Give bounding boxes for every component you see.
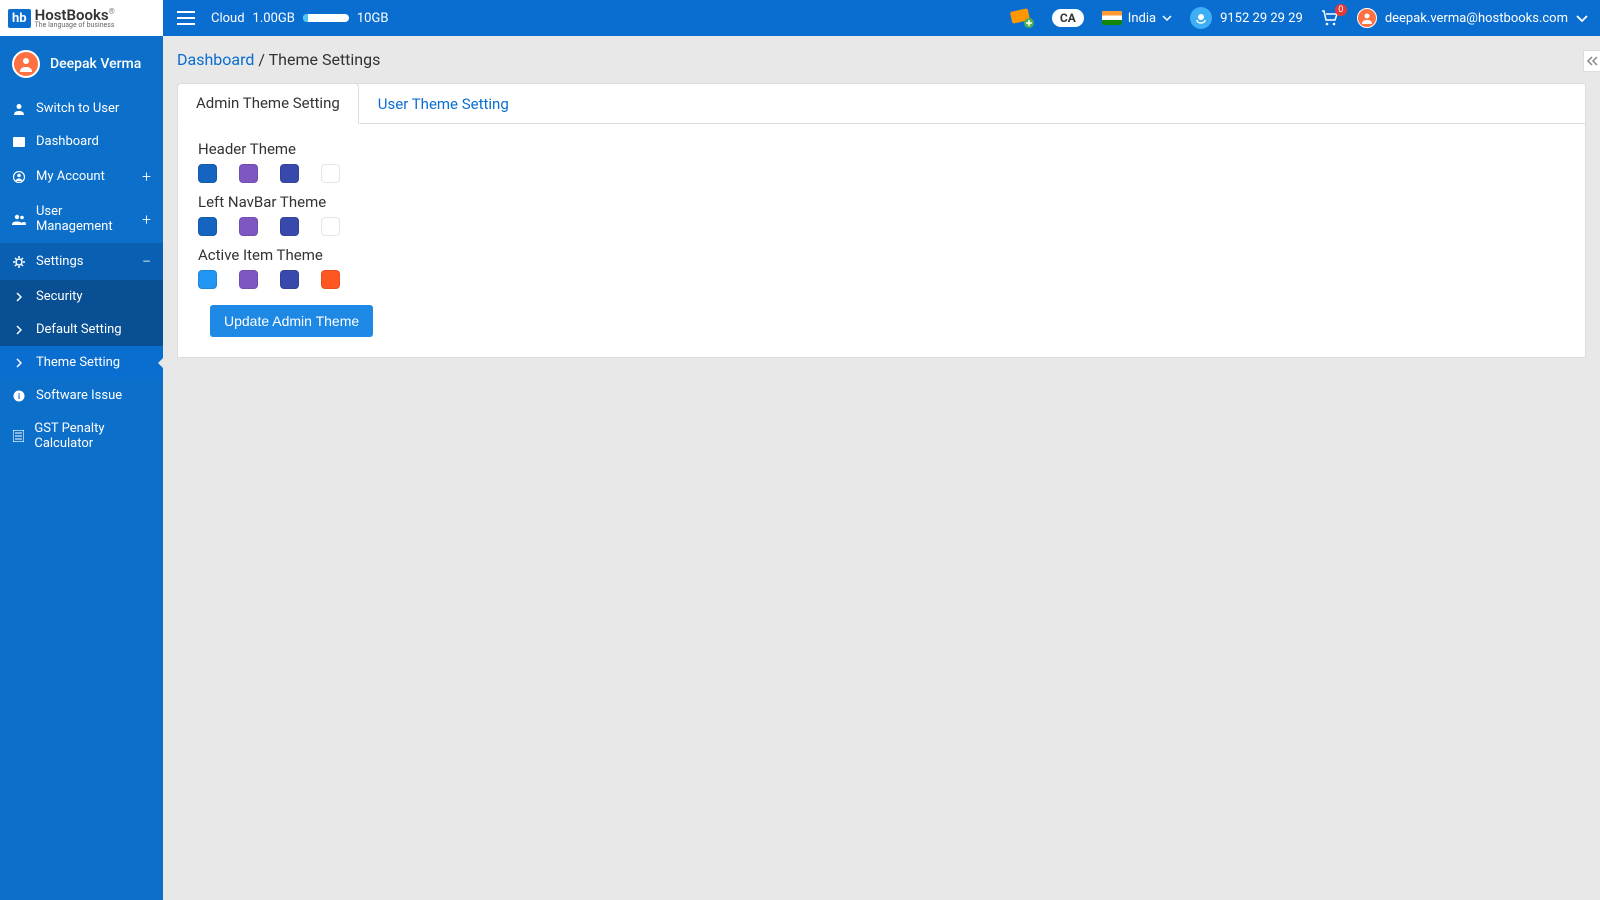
sidebar-item-label: Security: [36, 289, 83, 304]
topbar: hb HostBooks® The language of business C…: [0, 0, 1600, 36]
header-theme-swatches: [198, 164, 1565, 183]
cloud-storage-info: Cloud 1.00GB 10GB: [211, 11, 388, 26]
sidebar-item-label: Theme Setting: [36, 355, 120, 370]
chevron-left-double-icon: [1586, 55, 1598, 67]
country-name: India: [1128, 11, 1156, 26]
swatch-header-1[interactable]: [198, 164, 217, 183]
sidebar-item-settings[interactable]: Settings −: [0, 243, 163, 280]
breadcrumb-dashboard-link[interactable]: Dashboard: [177, 50, 254, 69]
update-theme-button[interactable]: Update Admin Theme: [210, 305, 373, 337]
avatar-icon: [12, 50, 40, 78]
swatch-navbar-4[interactable]: [321, 217, 340, 236]
user-email: deepak.verma@hostbooks.com: [1385, 11, 1568, 26]
sidebar-item-label: GST Penalty Calculator: [34, 421, 151, 451]
navbar-theme-label: Left NavBar Theme: [198, 193, 1565, 211]
sidebar-user-name: Deepak Verma: [50, 56, 141, 72]
expand-icon: +: [142, 167, 151, 186]
sidebar-item-label: User Management: [36, 204, 132, 234]
chevron-right-icon: [12, 292, 26, 302]
sidebar: Deepak Verma Switch to User Dashboard My…: [0, 36, 163, 900]
cloud-total: 10GB: [357, 11, 389, 26]
logo-subtitle: The language of business: [35, 21, 115, 29]
sidebar-item-switch-user[interactable]: Switch to User: [0, 92, 163, 125]
dashboard-icon: [12, 137, 26, 147]
swatch-navbar-2[interactable]: [239, 217, 258, 236]
gear-icon: [12, 256, 26, 268]
user-menu[interactable]: deepak.verma@hostbooks.com: [1357, 8, 1588, 28]
swatch-navbar-1[interactable]: [198, 217, 217, 236]
swatch-header-3[interactable]: [280, 164, 299, 183]
main-content: Dashboard / Theme Settings Admin Theme S…: [163, 36, 1600, 900]
phone-number: 9152 29 29 29: [1220, 11, 1303, 26]
users-icon: [12, 214, 26, 225]
logo-badge: hb: [8, 9, 31, 28]
expand-icon: +: [142, 210, 151, 229]
tab-user-theme[interactable]: User Theme Setting: [359, 84, 528, 124]
chevron-down-icon: [1162, 15, 1172, 21]
swatch-active-3[interactable]: [280, 270, 299, 289]
user-icon: [12, 103, 26, 115]
tabs: Admin Theme Setting User Theme Setting: [178, 84, 1585, 124]
sidebar-item-dashboard[interactable]: Dashboard: [0, 125, 163, 158]
calculator-icon: [12, 430, 24, 442]
swatch-active-1[interactable]: [198, 270, 217, 289]
sidebar-item-user-management[interactable]: User Management +: [0, 195, 163, 243]
headset-icon: [1190, 7, 1212, 29]
avatar-icon: [1357, 8, 1377, 28]
breadcrumb-current: Theme Settings: [269, 50, 381, 69]
swatch-navbar-3[interactable]: [280, 217, 299, 236]
sidebar-item-label: Software Issue: [36, 388, 122, 403]
swatch-header-2[interactable]: [239, 164, 258, 183]
chevron-right-icon: [12, 325, 26, 335]
collapse-panel-button[interactable]: [1583, 50, 1600, 72]
sidebar-item-theme-setting[interactable]: Theme Setting: [0, 346, 163, 379]
active-theme-swatches: [198, 270, 1565, 289]
breadcrumb: Dashboard / Theme Settings: [177, 50, 1586, 69]
theme-settings-panel: Admin Theme Setting User Theme Setting H…: [177, 83, 1586, 358]
collapse-icon: −: [142, 252, 151, 271]
tab-body: Header Theme Left NavBar Theme: [178, 124, 1585, 357]
ca-badge[interactable]: CA: [1052, 9, 1084, 27]
sidebar-item-security[interactable]: Security: [0, 280, 163, 313]
ticket-icon[interactable]: [1008, 8, 1034, 28]
tab-admin-theme[interactable]: Admin Theme Setting: [177, 83, 359, 124]
sidebar-item-default-setting[interactable]: Default Setting: [0, 313, 163, 346]
sidebar-item-my-account[interactable]: My Account +: [0, 158, 163, 195]
cart-count-badge: 0: [1335, 4, 1347, 16]
sidebar-item-label: Default Setting: [36, 322, 122, 337]
sidebar-item-label: Dashboard: [36, 134, 99, 149]
navbar-theme-swatches: [198, 217, 1565, 236]
cloud-label: Cloud: [211, 11, 245, 26]
country-selector[interactable]: India: [1102, 11, 1172, 26]
hamburger-icon[interactable]: [177, 11, 195, 25]
sidebar-user[interactable]: Deepak Verma: [0, 36, 163, 92]
svg-text:i: i: [18, 392, 20, 401]
flag-icon: [1102, 11, 1122, 25]
breadcrumb-separator: /: [254, 50, 268, 69]
info-icon: i: [12, 390, 26, 402]
swatch-active-2[interactable]: [239, 270, 258, 289]
logo[interactable]: hb HostBooks® The language of business: [0, 0, 163, 36]
swatch-active-4[interactable]: [321, 270, 340, 289]
cloud-used: 1.00GB: [253, 11, 295, 26]
account-icon: [12, 171, 26, 183]
swatch-header-4[interactable]: [321, 164, 340, 183]
storage-progress-bar: [303, 14, 349, 22]
sidebar-item-label: My Account: [36, 169, 105, 184]
sidebar-item-gst-calculator[interactable]: GST Penalty Calculator: [0, 412, 163, 460]
sidebar-settings-submenu: Security Default Setting Theme Setting: [0, 280, 163, 379]
sidebar-item-label: Switch to User: [36, 101, 119, 116]
sidebar-item-label: Settings: [36, 254, 83, 269]
support-phone[interactable]: 9152 29 29 29: [1190, 7, 1303, 29]
chevron-down-icon: [1576, 15, 1588, 22]
cart-button[interactable]: 0: [1321, 10, 1339, 26]
sidebar-item-software-issue[interactable]: i Software Issue: [0, 379, 163, 412]
chevron-right-icon: [12, 358, 26, 368]
active-theme-label: Active Item Theme: [198, 246, 1565, 264]
header-theme-label: Header Theme: [198, 140, 1565, 158]
